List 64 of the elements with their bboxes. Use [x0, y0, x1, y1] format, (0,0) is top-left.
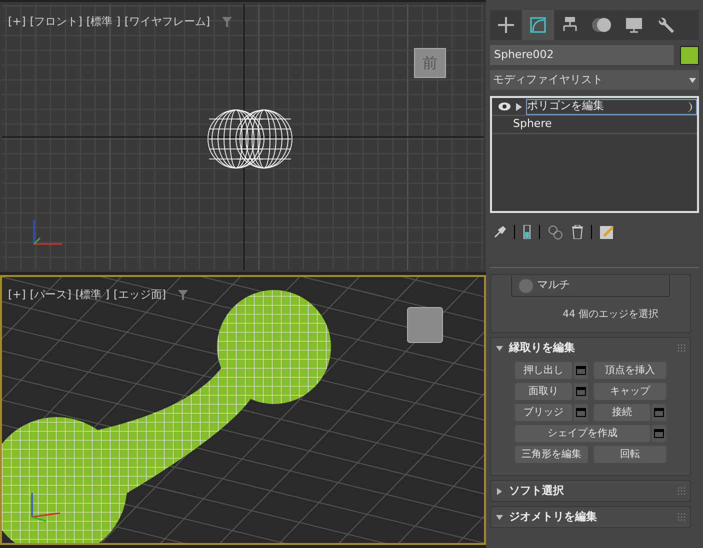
- test-tube-icon[interactable]: [523, 225, 531, 239]
- viewport-label[interactable]: [+]: [8, 287, 26, 304]
- viewport-label[interactable]: [+]: [8, 14, 26, 30]
- command-button[interactable]: 回転: [594, 446, 666, 463]
- settings-button[interactable]: [652, 425, 666, 442]
- dropdown-arrow-icon: [689, 78, 696, 82]
- modifier-stack-item[interactable]: Sphere: [512, 116, 697, 132]
- radio-button[interactable]: [519, 278, 533, 292]
- expand-triangle-icon: [496, 488, 503, 494]
- settings-button[interactable]: [574, 383, 588, 400]
- command-button[interactable]: 面取り: [515, 383, 572, 400]
- viewport-label[interactable]: [ワイヤフレーム]: [124, 14, 210, 30]
- crescent-icon: [686, 102, 692, 112]
- command-button[interactable]: ブリッジ: [515, 404, 572, 421]
- settings-button[interactable]: [574, 362, 588, 379]
- object-name-field[interactable]: Sphere002: [490, 45, 674, 65]
- edit-table-icon[interactable]: [600, 224, 615, 240]
- rollout-header[interactable]: ジオメトリを編集: [491, 507, 690, 527]
- viewport-label[interactable]: [標準 ]: [75, 287, 110, 304]
- drag-handle-icon[interactable]: [677, 344, 685, 352]
- expand-triangle-icon[interactable]: [516, 102, 522, 110]
- command-button[interactable]: シェイプを作成: [515, 425, 650, 442]
- command-button[interactable]: 接続: [594, 404, 650, 421]
- viewport-label[interactable]: [エッジ面]: [114, 287, 166, 304]
- hierarchy-icon: [561, 16, 579, 34]
- command-button[interactable]: 三角形を編集: [515, 446, 588, 463]
- circles-icon[interactable]: [548, 224, 564, 240]
- object-color-swatch[interactable]: [680, 46, 699, 64]
- curve-in-square-icon: [529, 16, 547, 34]
- wrench-icon: [657, 16, 675, 34]
- command-button[interactable]: 押し出し: [515, 362, 572, 379]
- collapse-triangle-icon: [496, 344, 503, 352]
- drag-handle-icon[interactable]: [677, 487, 685, 495]
- radio-label: マルチ: [537, 277, 570, 294]
- viewport[interactable]: [+] [パース] [標準 ] [エッジ面]: [0, 275, 486, 545]
- collapse-triangle-icon: [496, 514, 503, 520]
- trash-icon[interactable]: [572, 225, 583, 239]
- command-button[interactable]: 頂点を挿入: [594, 362, 666, 379]
- command-button[interactable]: キャップ: [594, 383, 666, 400]
- rollout-header[interactable]: 縁取りを編集: [491, 338, 690, 358]
- filter-icon[interactable]: [178, 290, 188, 300]
- settings-button[interactable]: [574, 404, 588, 421]
- modifier-stack-list[interactable]: ポリゴンを編集 Sphere: [490, 96, 699, 213]
- viewport-label[interactable]: [フロント]: [30, 14, 82, 30]
- rollout-title: ジオメトリを編集: [509, 508, 598, 525]
- monitor-icon: [625, 16, 643, 34]
- viewport-label[interactable]: [標準 ]: [86, 14, 120, 30]
- pin-icon[interactable]: [494, 226, 506, 238]
- rollout-title: 縁取りを編集: [509, 340, 576, 356]
- circles-icon: [591, 16, 613, 34]
- modifier-list-label: モディファイヤリスト: [493, 72, 603, 88]
- selection-status-text: 個のエッジを選択: [578, 308, 658, 322]
- eye-icon[interactable]: [498, 102, 511, 111]
- command-tab[interactable]: [522, 10, 554, 40]
- settings-button[interactable]: [652, 404, 666, 421]
- filter-icon[interactable]: [222, 17, 232, 28]
- modifier-list-dropdown[interactable]: モディファイヤリスト: [490, 70, 699, 90]
- viewport-label[interactable]: [パース]: [30, 287, 72, 304]
- drag-handle-icon[interactable]: [677, 513, 685, 521]
- rollout-title: ソフト選択: [509, 482, 565, 499]
- selection-count: 44: [562, 308, 576, 322]
- rollout-header[interactable]: ソフト選択: [491, 481, 690, 501]
- modifier-stack-item[interactable]: ポリゴンを編集: [526, 98, 697, 114]
- plus-icon: [497, 16, 515, 34]
